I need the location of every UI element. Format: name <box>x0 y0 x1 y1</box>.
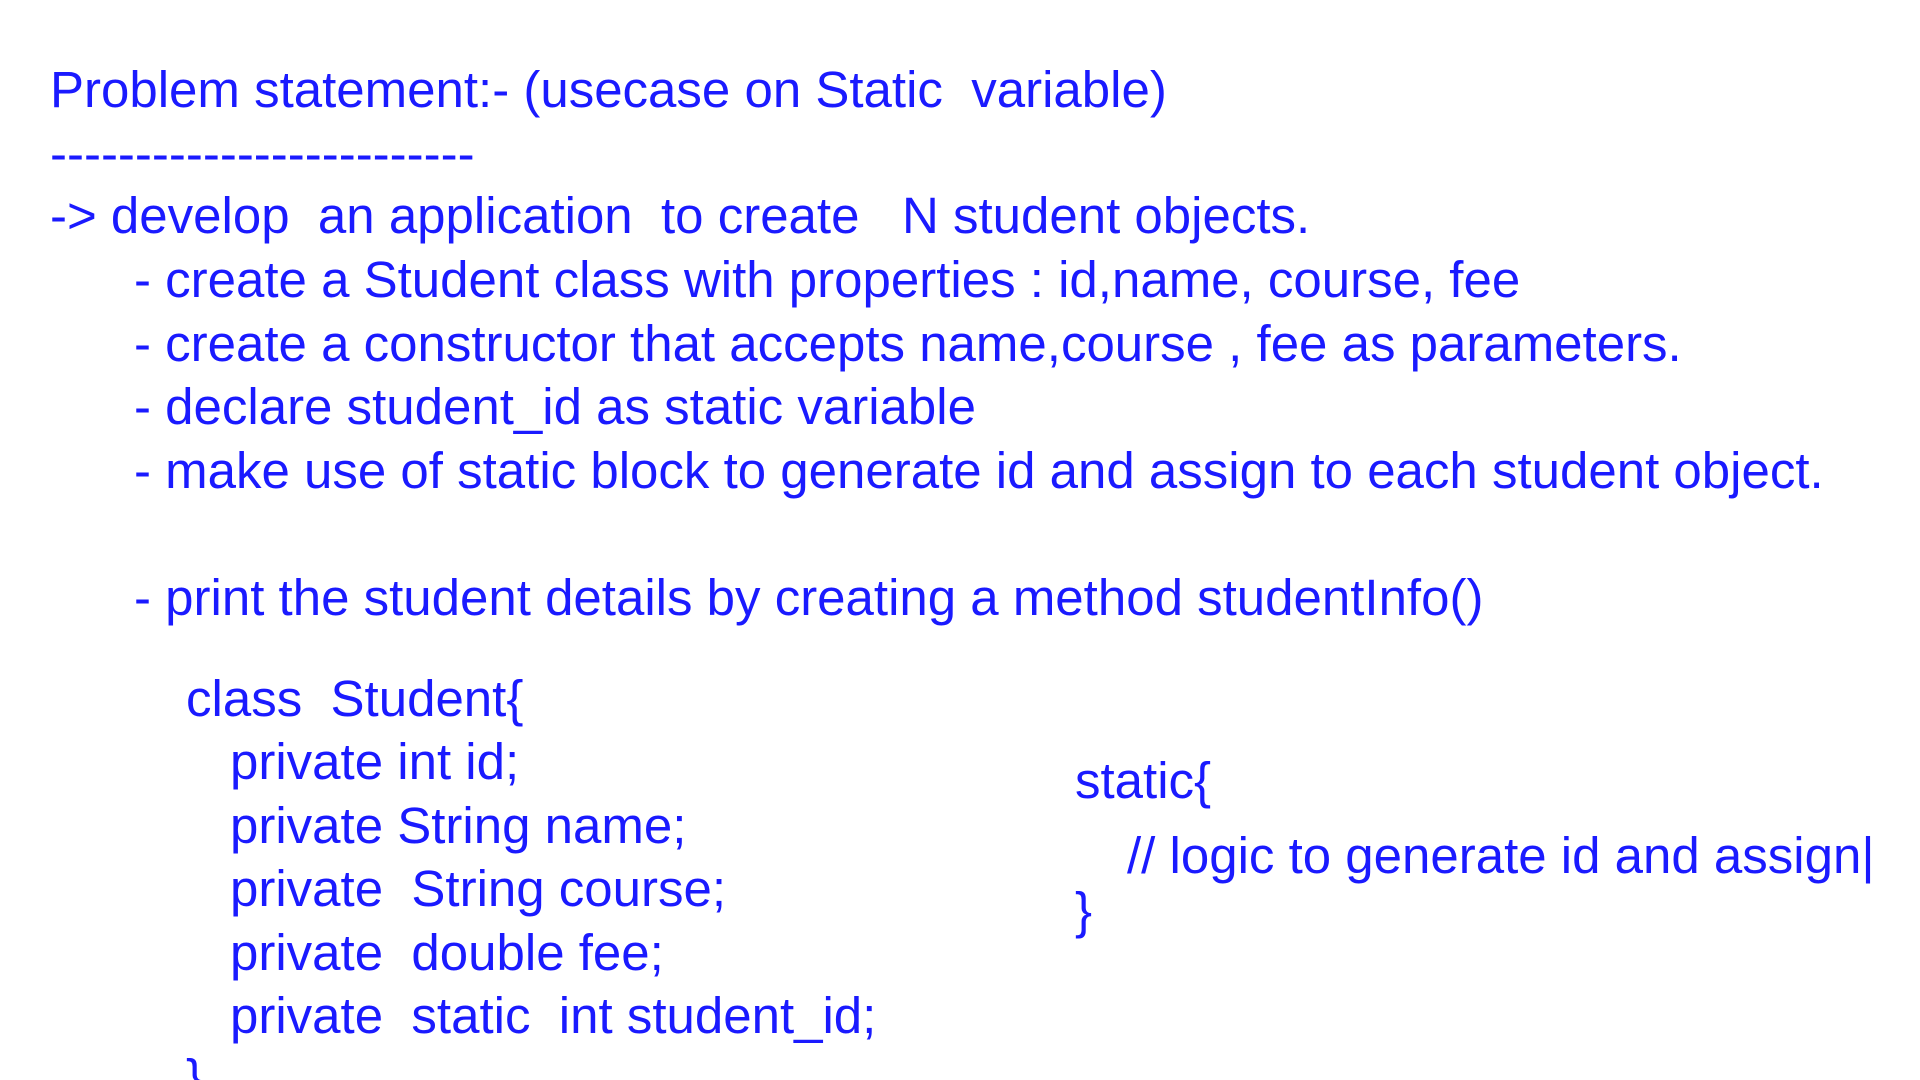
intro-line: -> develop an application to create N st… <box>50 187 1311 244</box>
bullet-item-constructor: - create a constructor that accepts name… <box>134 315 1682 372</box>
bullet-item-static-block: - make use of static block to generate i… <box>134 442 1824 499</box>
bullet-item-static-variable: - declare student_id as static variable <box>134 378 976 435</box>
code-class-header: class Student{ <box>186 670 524 727</box>
code-field-id: private int id; <box>230 733 520 790</box>
static-block-comment: // logic to generate id and assign| <box>1127 827 1875 884</box>
static-block-open: static{ <box>1075 752 1212 809</box>
title-divider: ------------------------- <box>50 125 475 182</box>
document-page: Problem statement:- (usecase on Static v… <box>0 0 1920 1080</box>
code-class-close: } <box>186 1049 204 1080</box>
code-field-course: private String course; <box>230 860 727 917</box>
code-field-fee: private double fee; <box>230 924 664 981</box>
bullet-item-student-info: - print the student details by creating … <box>134 569 1484 626</box>
code-field-name: private String name; <box>230 797 687 854</box>
problem-statement-title: Problem statement:- (usecase on Static v… <box>50 61 1167 118</box>
static-block-close: } <box>1075 882 1093 939</box>
code-field-student-id: private static int student_id; <box>230 987 877 1044</box>
bullet-item-class: - create a Student class with properties… <box>134 251 1521 308</box>
